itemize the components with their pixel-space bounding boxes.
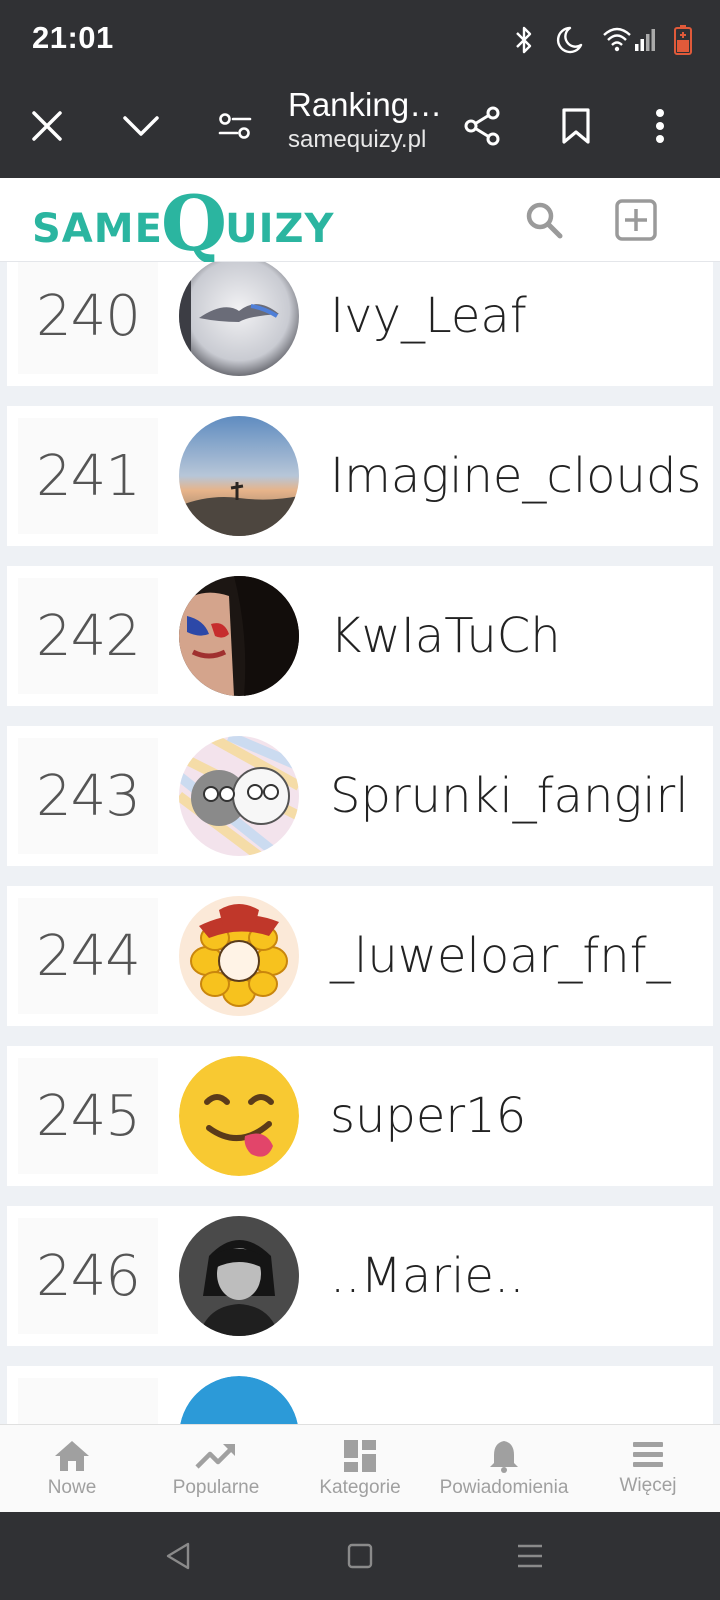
more-options-button[interactable] — [630, 96, 690, 156]
share-icon — [464, 106, 500, 146]
avatar[interactable] — [179, 736, 299, 856]
logo-same: SAME — [32, 206, 163, 252]
recents-lines-icon — [518, 1544, 542, 1568]
minimize-button[interactable] — [111, 96, 171, 156]
nav-label: Kategorie — [319, 1477, 401, 1498]
avatar[interactable] — [179, 262, 299, 376]
bottom-nav: Nowe Popularne Kategorie Powiadomienia W… — [0, 1424, 720, 1512]
avatar[interactable] — [179, 416, 299, 536]
close-tab-button[interactable] — [17, 96, 77, 156]
site-header: SAME Q UIZY — [0, 178, 720, 262]
system-nav-bar — [0, 1512, 720, 1600]
rank-number: 246 — [18, 1218, 158, 1334]
ranking-row[interactable]: 245 super16 — [7, 1046, 713, 1186]
bell-icon — [490, 1441, 518, 1473]
system-home-button[interactable] — [340, 1536, 380, 1576]
wifi-icon — [602, 25, 656, 55]
avatar[interactable] — [179, 1056, 299, 1176]
ranking-row[interactable]: 243 Sprunki_fangirl — [7, 726, 713, 866]
ranking-row[interactable]: 240 Ivy_Leaf — [7, 262, 713, 386]
username[interactable]: _luweloar_fnf_ — [330, 886, 671, 1026]
page-domain: samequizy.pl — [288, 126, 427, 153]
close-icon — [32, 111, 62, 141]
avatar[interactable] — [179, 1216, 299, 1336]
menu-icon — [633, 1442, 663, 1467]
nav-item-wiecej[interactable]: Więcej — [576, 1425, 720, 1512]
ranking-row[interactable]: 244 _luweloar_fnf_ — [7, 886, 713, 1026]
nav-label: Popularne — [172, 1477, 260, 1498]
bluetooth-icon — [512, 25, 536, 55]
status-bar: 21:01 — [0, 0, 720, 80]
nav-item-popularne[interactable]: Popularne — [144, 1425, 288, 1512]
avatar[interactable] — [179, 1376, 299, 1424]
more-icon — [656, 109, 664, 143]
rank-number: 242 — [18, 578, 158, 694]
bookmark-icon — [562, 108, 590, 144]
trending-icon — [195, 1444, 235, 1469]
back-triangle-icon — [166, 1542, 190, 1570]
nav-item-kategorie[interactable]: Kategorie — [288, 1425, 432, 1512]
grid-icon — [344, 1440, 376, 1472]
status-icons — [512, 22, 692, 58]
nav-label: Nowe — [47, 1477, 97, 1498]
rank-number: 240 — [18, 262, 158, 374]
samequizy-logo[interactable]: SAME Q UIZY — [32, 178, 335, 268]
logo-q: Q — [160, 178, 228, 268]
search-icon — [526, 202, 563, 239]
search-button[interactable] — [518, 194, 570, 246]
ranking-row[interactable]: 242 KwIaTuCh — [7, 566, 713, 706]
rank-number: 244 — [18, 898, 158, 1014]
nav-label: Więcej — [619, 1475, 677, 1496]
nav-label: Powiadomienia — [439, 1477, 569, 1498]
rank-number: 241 — [18, 418, 158, 534]
rank-number: 245 — [18, 1058, 158, 1174]
avatar[interactable] — [179, 576, 299, 696]
browser-toolbar: Ranking… samequizy.pl — [0, 80, 720, 178]
page-title: Ranking… — [288, 86, 443, 123]
ranking-list: 240 Ivy_Leaf 241 Imagine_clouds 242 KwIa… — [0, 262, 720, 1424]
nav-item-powiadomienia[interactable]: Powiadomienia — [432, 1425, 576, 1512]
username[interactable]: Ivy_Leaf — [330, 262, 527, 386]
username[interactable]: Imagine_clouds — [330, 406, 701, 546]
rank-number: 243 — [18, 738, 158, 854]
battery-icon — [674, 25, 692, 55]
home-icon — [55, 1441, 89, 1471]
system-recents-button[interactable] — [510, 1536, 550, 1576]
system-back-button[interactable] — [158, 1536, 198, 1576]
add-quiz-button[interactable] — [610, 194, 662, 246]
username[interactable]: super16 — [330, 1046, 526, 1186]
ranking-row[interactable]: 241 Imagine_clouds — [7, 406, 713, 546]
add-box-icon — [615, 199, 657, 241]
username[interactable]: KwIaTuCh — [330, 566, 561, 706]
site-settings-button[interactable] — [205, 96, 265, 156]
rank-number — [18, 1378, 158, 1424]
logo-uizy: UIZY — [225, 206, 335, 252]
moon-icon — [554, 25, 584, 55]
nav-item-nowe[interactable]: Nowe — [0, 1425, 144, 1512]
page-title-area[interactable]: Ranking… samequizy.pl — [288, 86, 448, 154]
share-button[interactable] — [452, 96, 512, 156]
chevron-down-icon — [123, 116, 159, 136]
username[interactable]: ..Marie.. — [330, 1206, 524, 1346]
ranking-row[interactable] — [7, 1366, 713, 1424]
site-settings-icon — [218, 113, 252, 139]
ranking-row[interactable]: 246 ..Marie.. — [7, 1206, 713, 1346]
status-time: 21:01 — [32, 20, 114, 55]
avatar[interactable] — [179, 896, 299, 1016]
username[interactable]: Sprunki_fangirl — [330, 726, 689, 866]
bookmark-button[interactable] — [546, 96, 606, 156]
home-square-icon — [347, 1543, 373, 1569]
